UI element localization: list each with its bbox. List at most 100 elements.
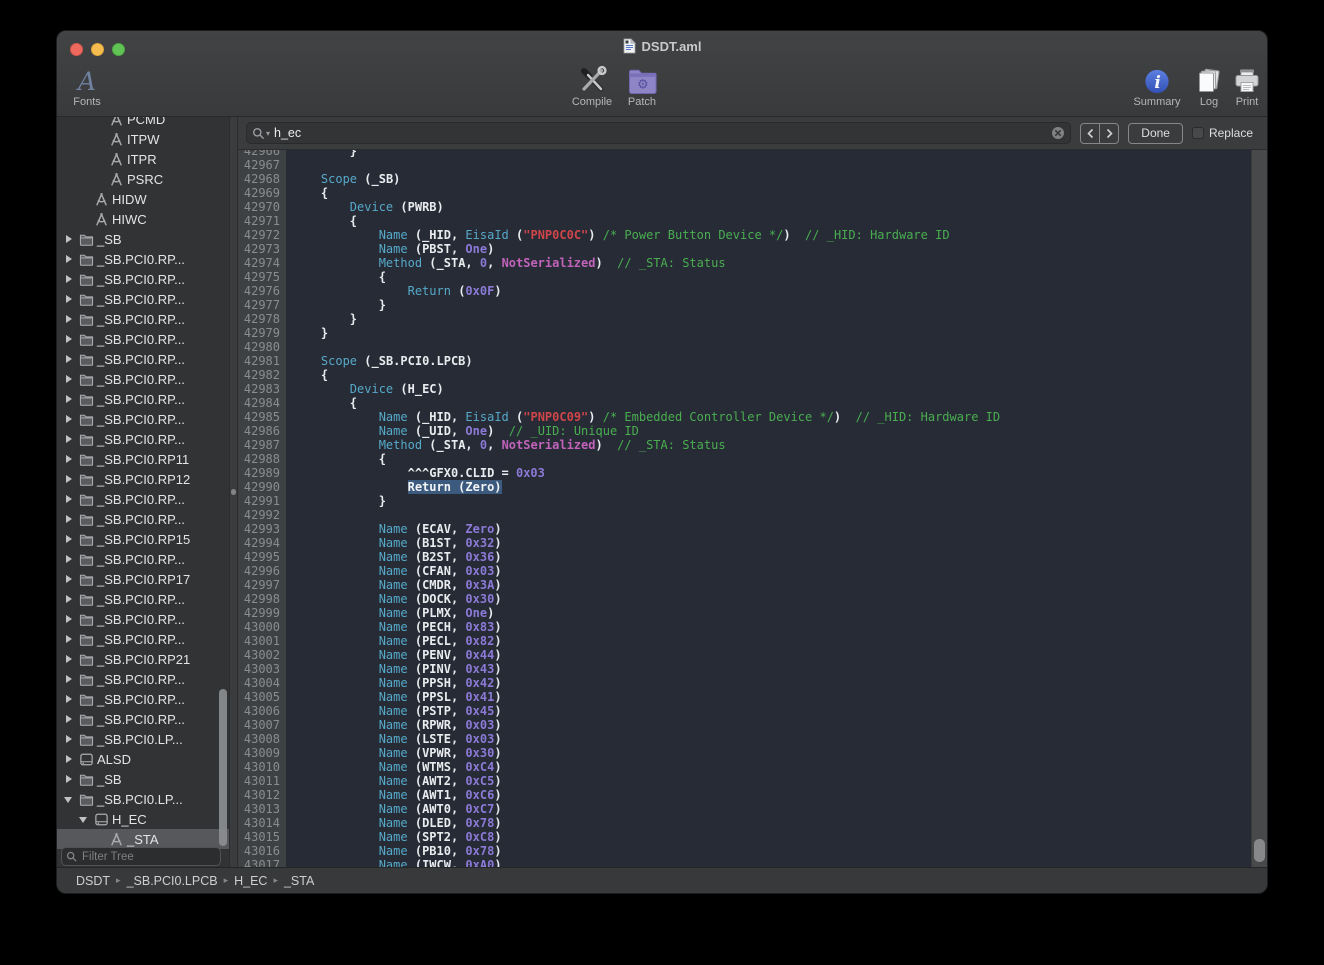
code-line-43010[interactable]: Name (WTMS, 0xC4) xyxy=(292,760,1251,774)
code-line-42995[interactable]: Name (B2ST, 0x36) xyxy=(292,550,1251,564)
sidebar-item-alsd[interactable]: ALSD xyxy=(57,749,229,769)
disclosure-collapsed-icon[interactable] xyxy=(63,513,75,525)
editor-scrollbar-track[interactable] xyxy=(1251,150,1267,867)
breadcrumb-item[interactable]: _SB.PCI0.LPCB xyxy=(127,874,218,888)
disclosure-collapsed-icon[interactable] xyxy=(63,473,75,485)
filter-tree-field[interactable] xyxy=(61,847,221,866)
code-line-43013[interactable]: Name (AWT0, 0xC7) xyxy=(292,802,1251,816)
sidebar-item-sb-pci0-rp[interactable]: _SB.PCI0.RP... xyxy=(57,489,229,509)
code-line-42997[interactable]: Name (CMDR, 0x3A) xyxy=(292,578,1251,592)
summary-button[interactable]: i Summary xyxy=(1129,65,1185,108)
code-line-42987[interactable]: Method (_STA, 0, NotSerialized) // _STA:… xyxy=(292,438,1251,452)
sidebar-item-psrc[interactable]: PSRC xyxy=(57,169,229,189)
code-line-42988[interactable]: { xyxy=(292,452,1251,466)
disclosure-collapsed-icon[interactable] xyxy=(63,713,75,725)
code-line-43005[interactable]: Name (PPSL, 0x41) xyxy=(292,690,1251,704)
disclosure-collapsed-icon[interactable] xyxy=(63,453,75,465)
print-button[interactable]: Print xyxy=(1229,65,1265,108)
fonts-button[interactable]: A Fonts xyxy=(65,65,109,108)
code-line-43001[interactable]: Name (PECL, 0x82) xyxy=(292,634,1251,648)
code-line-42966[interactable]: } xyxy=(292,150,1251,158)
done-button[interactable]: Done xyxy=(1128,123,1183,144)
code-line-42999[interactable]: Name (PLMX, One) xyxy=(292,606,1251,620)
find-field[interactable]: ▾ xyxy=(246,122,1071,144)
sidebar-item-sb[interactable]: _SB xyxy=(57,769,229,789)
disclosure-collapsed-icon[interactable] xyxy=(63,613,75,625)
disclosure-collapsed-icon[interactable] xyxy=(63,733,75,745)
sidebar-item-sb-pci0-lp[interactable]: _SB.PCI0.LP... xyxy=(57,789,229,809)
breadcrumb-item[interactable]: _STA xyxy=(284,874,314,888)
sidebar-item-sb-pci0-rp[interactable]: _SB.PCI0.RP... xyxy=(57,589,229,609)
disclosure-collapsed-icon[interactable] xyxy=(63,313,75,325)
disclosure-collapsed-icon[interactable] xyxy=(63,753,75,765)
code-line-42968[interactable]: Scope (_SB) xyxy=(292,172,1251,186)
disclosure-collapsed-icon[interactable] xyxy=(63,353,75,365)
code-line-42967[interactable] xyxy=(292,158,1251,172)
code-line-43014[interactable]: Name (DLED, 0x78) xyxy=(292,816,1251,830)
disclosure-collapsed-icon[interactable] xyxy=(63,433,75,445)
disclosure-collapsed-icon[interactable] xyxy=(63,633,75,645)
code-line-43011[interactable]: Name (AWT2, 0xC5) xyxy=(292,774,1251,788)
find-previous-button[interactable] xyxy=(1081,124,1099,143)
disclosure-collapsed-icon[interactable] xyxy=(63,773,75,785)
code-line-42973[interactable]: Name (PBST, One) xyxy=(292,242,1251,256)
sidebar-item-sb-pci0-rp[interactable]: _SB.PCI0.RP... xyxy=(57,389,229,409)
sidebar-item-sb-pci0-rp[interactable]: _SB.PCI0.RP... xyxy=(57,689,229,709)
sidebar-item-sb-pci0-rp21[interactable]: _SB.PCI0.RP21 xyxy=(57,649,229,669)
code-line-42983[interactable]: Device (H_EC) xyxy=(292,382,1251,396)
code-line-43003[interactable]: Name (PINV, 0x43) xyxy=(292,662,1251,676)
code-column[interactable]: } Scope (_SB) { Device (PWRB) { Name (_H… xyxy=(286,150,1251,867)
compile-button[interactable]: Compile xyxy=(566,65,618,108)
code-line-42993[interactable]: Name (ECAV, Zero) xyxy=(292,522,1251,536)
code-line-42978[interactable]: } xyxy=(292,312,1251,326)
sidebar-item-sb-pci0-rp15[interactable]: _SB.PCI0.RP15 xyxy=(57,529,229,549)
search-menu-chevron-icon[interactable]: ▾ xyxy=(266,129,270,138)
sidebar-item-itpw[interactable]: ITPW xyxy=(57,129,229,149)
disclosure-collapsed-icon[interactable] xyxy=(63,293,75,305)
code-line-42985[interactable]: Name (_HID, EisaId ("PNP0C09") /* Embedd… xyxy=(292,410,1251,424)
sidebar-item-sb-pci0-rp[interactable]: _SB.PCI0.RP... xyxy=(57,429,229,449)
disclosure-collapsed-icon[interactable] xyxy=(63,493,75,505)
sidebar-item-sb-pci0-rp17[interactable]: _SB.PCI0.RP17 xyxy=(57,569,229,589)
code-line-42969[interactable]: { xyxy=(292,186,1251,200)
sidebar-item-sb-pci0-rp[interactable]: _SB.PCI0.RP... xyxy=(57,249,229,269)
disclosure-expanded-icon[interactable] xyxy=(78,813,90,825)
sidebar-item-sb-pci0-rp[interactable]: _SB.PCI0.RP... xyxy=(57,409,229,429)
code-editor[interactable]: 4296642967429684296942970429714297242973… xyxy=(238,150,1267,867)
disclosure-collapsed-icon[interactable] xyxy=(63,533,75,545)
pane-splitter[interactable] xyxy=(229,117,238,867)
code-line-42971[interactable]: { xyxy=(292,214,1251,228)
code-line-43004[interactable]: Name (PPSH, 0x42) xyxy=(292,676,1251,690)
code-line-42977[interactable]: } xyxy=(292,298,1251,312)
code-line-42981[interactable]: Scope (_SB.PCI0.LPCB) xyxy=(292,354,1251,368)
disclosure-collapsed-icon[interactable] xyxy=(63,553,75,565)
code-line-43008[interactable]: Name (LSTE, 0x03) xyxy=(292,732,1251,746)
code-line-42976[interactable]: Return (0x0F) xyxy=(292,284,1251,298)
sidebar-item-sb-pci0-rp11[interactable]: _SB.PCI0.RP11 xyxy=(57,449,229,469)
sidebar-item-sb-pci0-rp[interactable]: _SB.PCI0.RP... xyxy=(57,709,229,729)
disclosure-collapsed-icon[interactable] xyxy=(63,233,75,245)
sidebar-scrollbar-thumb[interactable] xyxy=(219,689,227,846)
sidebar-item-itpr[interactable]: ITPR xyxy=(57,149,229,169)
disclosure-collapsed-icon[interactable] xyxy=(63,413,75,425)
sidebar-item-hidw[interactable]: HIDW xyxy=(57,189,229,209)
sidebar-item-sb-pci0-rp[interactable]: _SB.PCI0.RP... xyxy=(57,349,229,369)
disclosure-collapsed-icon[interactable] xyxy=(63,693,75,705)
disclosure-collapsed-icon[interactable] xyxy=(63,593,75,605)
sidebar-item-sb-pci0-rp[interactable]: _SB.PCI0.RP... xyxy=(57,549,229,569)
code-line-42972[interactable]: Name (_HID, EisaId ("PNP0C0C") /* Power … xyxy=(292,228,1251,242)
code-line-43015[interactable]: Name (SPT2, 0xC8) xyxy=(292,830,1251,844)
find-next-button[interactable] xyxy=(1099,124,1118,143)
sidebar-item-sb-pci0-lp[interactable]: _SB.PCI0.LP... xyxy=(57,729,229,749)
sidebar-item-sb[interactable]: _SB xyxy=(57,229,229,249)
disclosure-collapsed-icon[interactable] xyxy=(63,373,75,385)
sidebar-item-sb-pci0-rp[interactable]: _SB.PCI0.RP... xyxy=(57,669,229,689)
code-line-43017[interactable]: Name (IWCW, 0xA0) xyxy=(292,858,1251,867)
code-line-42986[interactable]: Name (_UID, One) // _UID: Unique ID xyxy=(292,424,1251,438)
breadcrumb-item[interactable]: DSDT xyxy=(76,874,110,888)
code-line-43007[interactable]: Name (RPWR, 0x03) xyxy=(292,718,1251,732)
code-line-43006[interactable]: Name (PSTP, 0x45) xyxy=(292,704,1251,718)
code-line-42970[interactable]: Device (PWRB) xyxy=(292,200,1251,214)
sidebar-item-sb-pci0-rp[interactable]: _SB.PCI0.RP... xyxy=(57,369,229,389)
code-line-43012[interactable]: Name (AWT1, 0xC6) xyxy=(292,788,1251,802)
